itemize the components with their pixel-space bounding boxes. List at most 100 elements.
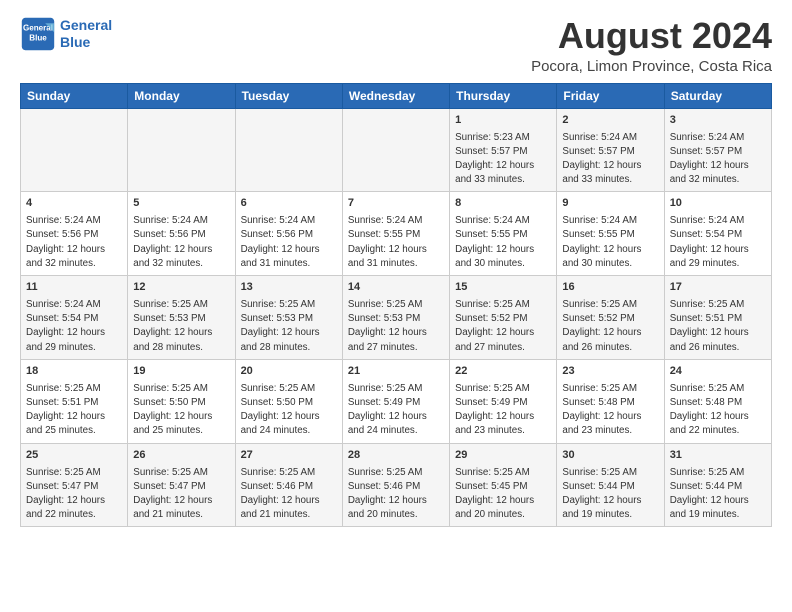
- day-number: 25: [26, 448, 122, 464]
- calendar-table: SundayMondayTuesdayWednesdayThursdayFrid…: [20, 83, 772, 528]
- day-info: Sunrise: 5:25 AMSunset: 5:44 PMDaylight:…: [562, 466, 658, 523]
- day-info: Sunrise: 5:24 AMSunset: 5:56 PMDaylight:…: [26, 214, 122, 271]
- calendar-cell: 19 Sunrise: 5:25 AMSunset: 5:50 PMDayligh…: [128, 359, 235, 443]
- day-info: Sunrise: 5:25 AMSunset: 5:48 PMDaylight:…: [670, 382, 766, 439]
- calendar-cell: 22 Sunrise: 5:25 AMSunset: 5:49 PMDayligh…: [450, 359, 557, 443]
- subtitle: Pocora, Limon Province, Costa Rica: [531, 58, 772, 75]
- day-number: 29: [455, 448, 551, 464]
- calendar-cell: 14 Sunrise: 5:25 AMSunset: 5:53 PMDayligh…: [342, 276, 449, 360]
- calendar-cell: [342, 108, 449, 192]
- header-tuesday: Tuesday: [235, 83, 342, 108]
- day-number: 19: [133, 364, 229, 380]
- day-info: Sunrise: 5:25 AMSunset: 5:52 PMDaylight:…: [562, 298, 658, 355]
- svg-text:Blue: Blue: [29, 33, 47, 42]
- day-number: 6: [241, 196, 337, 212]
- day-number: 30: [562, 448, 658, 464]
- day-number: 14: [348, 280, 444, 296]
- calendar-week-5: 25 Sunrise: 5:25 AMSunset: 5:47 PMDayligh…: [21, 443, 772, 527]
- day-info: Sunrise: 5:25 AMSunset: 5:46 PMDaylight:…: [241, 466, 337, 523]
- day-info: Sunrise: 5:25 AMSunset: 5:47 PMDaylight:…: [133, 466, 229, 523]
- calendar-cell: 8Sunrise: 5:24 AMSunset: 5:55 PMDaylight…: [450, 192, 557, 276]
- day-number: 18: [26, 364, 122, 380]
- day-info: Sunrise: 5:25 AMSunset: 5:50 PMDaylight:…: [241, 382, 337, 439]
- day-info: Sunrise: 5:23 AMSunset: 5:57 PMDaylight:…: [455, 131, 551, 188]
- day-number: 23: [562, 364, 658, 380]
- day-number: 11: [26, 280, 122, 296]
- calendar-cell: 6Sunrise: 5:24 AMSunset: 5:56 PMDaylight…: [235, 192, 342, 276]
- day-info: Sunrise: 5:25 AMSunset: 5:49 PMDaylight:…: [455, 382, 551, 439]
- main-title: August 2024: [531, 16, 772, 56]
- calendar-cell: 4Sunrise: 5:24 AMSunset: 5:56 PMDaylight…: [21, 192, 128, 276]
- day-number: 2: [562, 113, 658, 129]
- calendar-cell: 3 Sunrise: 5:24 AMSunset: 5:57 PMDaylight…: [664, 108, 771, 192]
- calendar-cell: [21, 108, 128, 192]
- calendar-cell: 15Sunrise: 5:25 AMSunset: 5:52 PMDayligh…: [450, 276, 557, 360]
- header-saturday: Saturday: [664, 83, 771, 108]
- day-info: Sunrise: 5:25 AMSunset: 5:47 PMDaylight:…: [26, 466, 122, 523]
- day-number: 1: [455, 113, 551, 129]
- day-info: Sunrise: 5:24 AMSunset: 5:54 PMDaylight:…: [26, 298, 122, 355]
- day-number: 5: [133, 196, 229, 212]
- day-number: 9: [562, 196, 658, 212]
- calendar-cell: 23Sunrise: 5:25 AMSunset: 5:48 PMDayligh…: [557, 359, 664, 443]
- calendar-cell: 7Sunrise: 5:24 AMSunset: 5:55 PMDaylight…: [342, 192, 449, 276]
- calendar-cell: 11 Sunrise: 5:24 AMSunset: 5:54 PMDayligh…: [21, 276, 128, 360]
- calendar-week-4: 18 Sunrise: 5:25 AMSunset: 5:51 PMDayligh…: [21, 359, 772, 443]
- calendar-cell: 13 Sunrise: 5:25 AMSunset: 5:53 PMDayligh…: [235, 276, 342, 360]
- day-number: 28: [348, 448, 444, 464]
- day-number: 24: [670, 364, 766, 380]
- day-number: 15: [455, 280, 551, 296]
- day-number: 17: [670, 280, 766, 296]
- calendar-cell: 10Sunrise: 5:24 AMSunset: 5:54 PMDayligh…: [664, 192, 771, 276]
- day-info: Sunrise: 5:25 AMSunset: 5:46 PMDaylight:…: [348, 466, 444, 523]
- day-number: 13: [241, 280, 337, 296]
- calendar-cell: [128, 108, 235, 192]
- header-wednesday: Wednesday: [342, 83, 449, 108]
- day-info: Sunrise: 5:24 AMSunset: 5:55 PMDaylight:…: [455, 214, 551, 271]
- day-number: 3: [670, 113, 766, 129]
- logo: General Blue General Blue: [20, 16, 112, 52]
- day-info: Sunrise: 5:25 AMSunset: 5:50 PMDaylight:…: [133, 382, 229, 439]
- page-header: General Blue General Blue August 2024 Po…: [20, 16, 772, 75]
- calendar-cell: 26 Sunrise: 5:25 AMSunset: 5:47 PMDayligh…: [128, 443, 235, 527]
- header-sunday: Sunday: [21, 83, 128, 108]
- logo-icon: General Blue: [20, 16, 56, 52]
- calendar-cell: 28 Sunrise: 5:25 AMSunset: 5:46 PMDayligh…: [342, 443, 449, 527]
- calendar-cell: [235, 108, 342, 192]
- calendar-cell: 18 Sunrise: 5:25 AMSunset: 5:51 PMDayligh…: [21, 359, 128, 443]
- calendar-cell: 30 Sunrise: 5:25 AMSunset: 5:44 PMDayligh…: [557, 443, 664, 527]
- calendar-cell: 31Sunrise: 5:25 AMSunset: 5:44 PMDayligh…: [664, 443, 771, 527]
- calendar-header-row: SundayMondayTuesdayWednesdayThursdayFrid…: [21, 83, 772, 108]
- calendar-week-3: 11 Sunrise: 5:24 AMSunset: 5:54 PMDayligh…: [21, 276, 772, 360]
- day-number: 26: [133, 448, 229, 464]
- day-info: Sunrise: 5:24 AMSunset: 5:57 PMDaylight:…: [562, 131, 658, 188]
- header-thursday: Thursday: [450, 83, 557, 108]
- day-number: 20: [241, 364, 337, 380]
- day-number: 31: [670, 448, 766, 464]
- calendar-cell: 16Sunrise: 5:25 AMSunset: 5:52 PMDayligh…: [557, 276, 664, 360]
- calendar-cell: 20 Sunrise: 5:25 AMSunset: 5:50 PMDayligh…: [235, 359, 342, 443]
- day-info: Sunrise: 5:25 AMSunset: 5:45 PMDaylight:…: [455, 466, 551, 523]
- day-info: Sunrise: 5:25 AMSunset: 5:53 PMDaylight:…: [241, 298, 337, 355]
- day-info: Sunrise: 5:25 AMSunset: 5:53 PMDaylight:…: [133, 298, 229, 355]
- calendar-cell: 5Sunrise: 5:24 AMSunset: 5:56 PMDaylight…: [128, 192, 235, 276]
- header-friday: Friday: [557, 83, 664, 108]
- day-info: Sunrise: 5:24 AMSunset: 5:57 PMDaylight:…: [670, 131, 766, 188]
- calendar-cell: 1 Sunrise: 5:23 AMSunset: 5:57 PMDaylight…: [450, 108, 557, 192]
- calendar-cell: 27Sunrise: 5:25 AMSunset: 5:46 PMDayligh…: [235, 443, 342, 527]
- day-info: Sunrise: 5:25 AMSunset: 5:51 PMDaylight:…: [670, 298, 766, 355]
- calendar-week-2: 4Sunrise: 5:24 AMSunset: 5:56 PMDaylight…: [21, 192, 772, 276]
- day-info: Sunrise: 5:25 AMSunset: 5:49 PMDaylight:…: [348, 382, 444, 439]
- logo-line1: General: [60, 17, 112, 33]
- calendar-cell: 17 Sunrise: 5:25 AMSunset: 5:51 PMDayligh…: [664, 276, 771, 360]
- calendar-cell: 25 Sunrise: 5:25 AMSunset: 5:47 PMDayligh…: [21, 443, 128, 527]
- day-info: Sunrise: 5:25 AMSunset: 5:53 PMDaylight:…: [348, 298, 444, 355]
- day-info: Sunrise: 5:25 AMSunset: 5:51 PMDaylight:…: [26, 382, 122, 439]
- calendar-cell: 29 Sunrise: 5:25 AMSunset: 5:45 PMDayligh…: [450, 443, 557, 527]
- header-monday: Monday: [128, 83, 235, 108]
- day-info: Sunrise: 5:24 AMSunset: 5:55 PMDaylight:…: [348, 214, 444, 271]
- calendar-cell: 9Sunrise: 5:24 AMSunset: 5:55 PMDaylight…: [557, 192, 664, 276]
- title-block: August 2024 Pocora, Limon Province, Cost…: [531, 16, 772, 75]
- calendar-cell: 21Sunrise: 5:25 AMSunset: 5:49 PMDayligh…: [342, 359, 449, 443]
- day-number: 22: [455, 364, 551, 380]
